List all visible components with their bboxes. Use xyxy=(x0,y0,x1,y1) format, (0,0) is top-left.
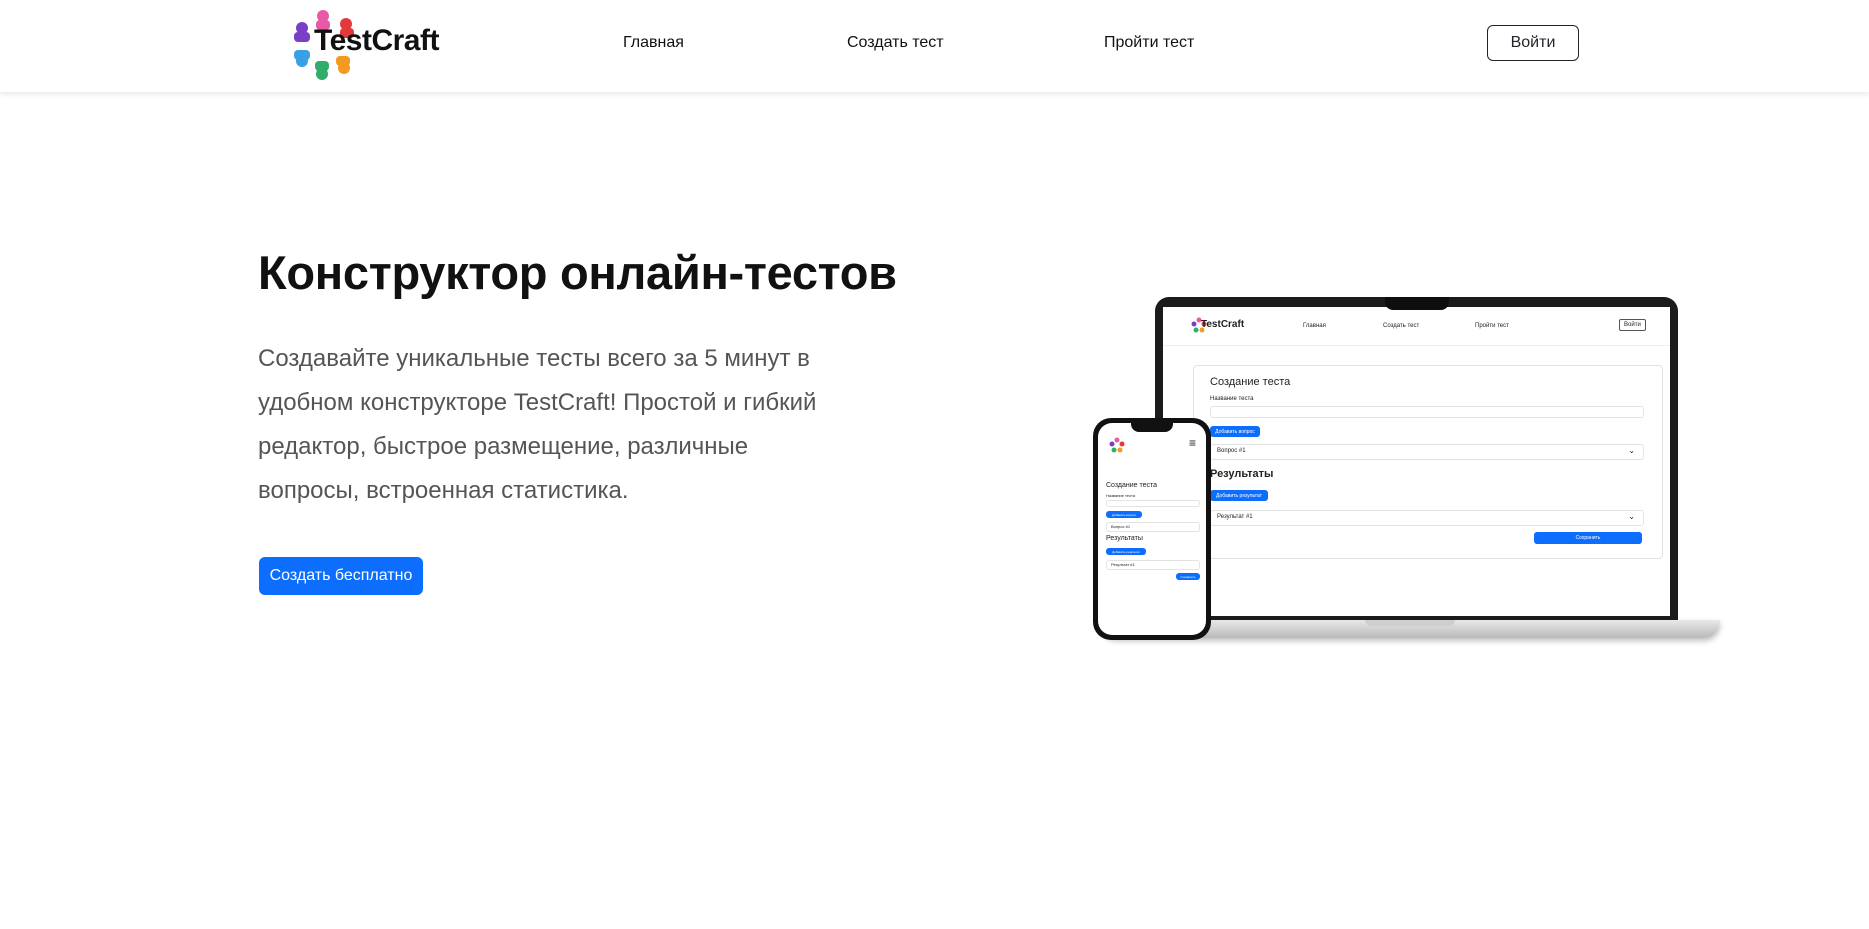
mockup-brand: TestCraft xyxy=(1201,319,1245,330)
mockup-question-select: Вопрос #1 ⌄ xyxy=(1210,444,1644,460)
phone-result-select: Результат #1 xyxy=(1106,560,1200,570)
login-button[interactable]: Войти xyxy=(1487,25,1579,61)
mockup-card: Создание теста Название теста Добавить в… xyxy=(1193,365,1663,559)
create-free-button[interactable]: Создать бесплатно xyxy=(259,557,423,595)
phone-name-label: Название теста xyxy=(1106,493,1136,498)
hamburger-icon: ≡ xyxy=(1189,436,1197,450)
mockup-nav-take: Пройти тест xyxy=(1475,323,1509,329)
mockup-results-title: Результаты xyxy=(1210,468,1274,480)
chevron-down-icon: ⌄ xyxy=(1628,446,1635,455)
phone-notch xyxy=(1131,423,1173,432)
mockup-nav-home: Главная xyxy=(1303,323,1326,329)
mockup-name-label: Название теста xyxy=(1210,396,1254,402)
hero-description: Создавайте уникальные тесты всего за 5 м… xyxy=(258,345,817,504)
phone-screen: ≡ Создание теста Название теста Добавить… xyxy=(1098,423,1206,635)
mockup-navbar: TestCraft Главная Создать тест Пройти те… xyxy=(1163,307,1670,346)
phone-logo-icon xyxy=(1109,437,1125,453)
laptop-notch xyxy=(1385,297,1449,310)
mockup-nav-create: Создать тест xyxy=(1383,323,1420,329)
mockup-result-select: Результат #1 ⌄ xyxy=(1210,510,1644,526)
brand-name: TestCraft xyxy=(314,24,439,57)
laptop-mockup: TestCraft Главная Создать тест Пройти те… xyxy=(1155,297,1678,623)
nav-link-home[interactable]: Главная xyxy=(623,34,684,52)
phone-card-title: Создание теста xyxy=(1106,482,1158,489)
phone-add-result: Добавить результат xyxy=(1106,548,1146,555)
phone-save: Сохранить xyxy=(1176,573,1200,580)
mockup-result-label: Результат #1 xyxy=(1217,514,1253,520)
phone-mockup: ≡ Создание теста Название теста Добавить… xyxy=(1093,418,1211,640)
laptop-base-groove xyxy=(1365,620,1455,626)
mockup-card-title: Создание теста xyxy=(1210,376,1291,388)
mockup-save: Сохранить xyxy=(1534,532,1642,544)
mockup-login: Войти xyxy=(1619,319,1646,331)
mockup-question-label: Вопрос #1 xyxy=(1217,448,1246,454)
mockup-name-input xyxy=(1210,406,1644,418)
mockup-add-question: Добавить вопрос xyxy=(1210,426,1260,437)
mockup-add-result: Добавить результат xyxy=(1210,490,1268,501)
phone-results-title: Результаты xyxy=(1106,535,1143,542)
nav-link-take-test[interactable]: Пройти тест xyxy=(1104,34,1194,52)
nav-link-create-test[interactable]: Создать тест xyxy=(847,34,944,52)
phone-question-label: Вопрос #1 xyxy=(1111,524,1131,529)
chevron-down-icon: ⌄ xyxy=(1628,512,1635,521)
hero-title: Конструктор онлайн-тестов xyxy=(258,246,897,299)
navbar: TestCraft Главная Создать тест Пройти те… xyxy=(0,0,1869,92)
phone-add-question: Добавить вопрос xyxy=(1106,511,1142,518)
laptop-screen: TestCraft Главная Создать тест Пройти те… xyxy=(1163,307,1670,616)
phone-name-input xyxy=(1106,500,1200,507)
phone-question-select: Вопрос #1 xyxy=(1106,522,1200,532)
phone-result-label: Результат #1 xyxy=(1111,562,1135,567)
